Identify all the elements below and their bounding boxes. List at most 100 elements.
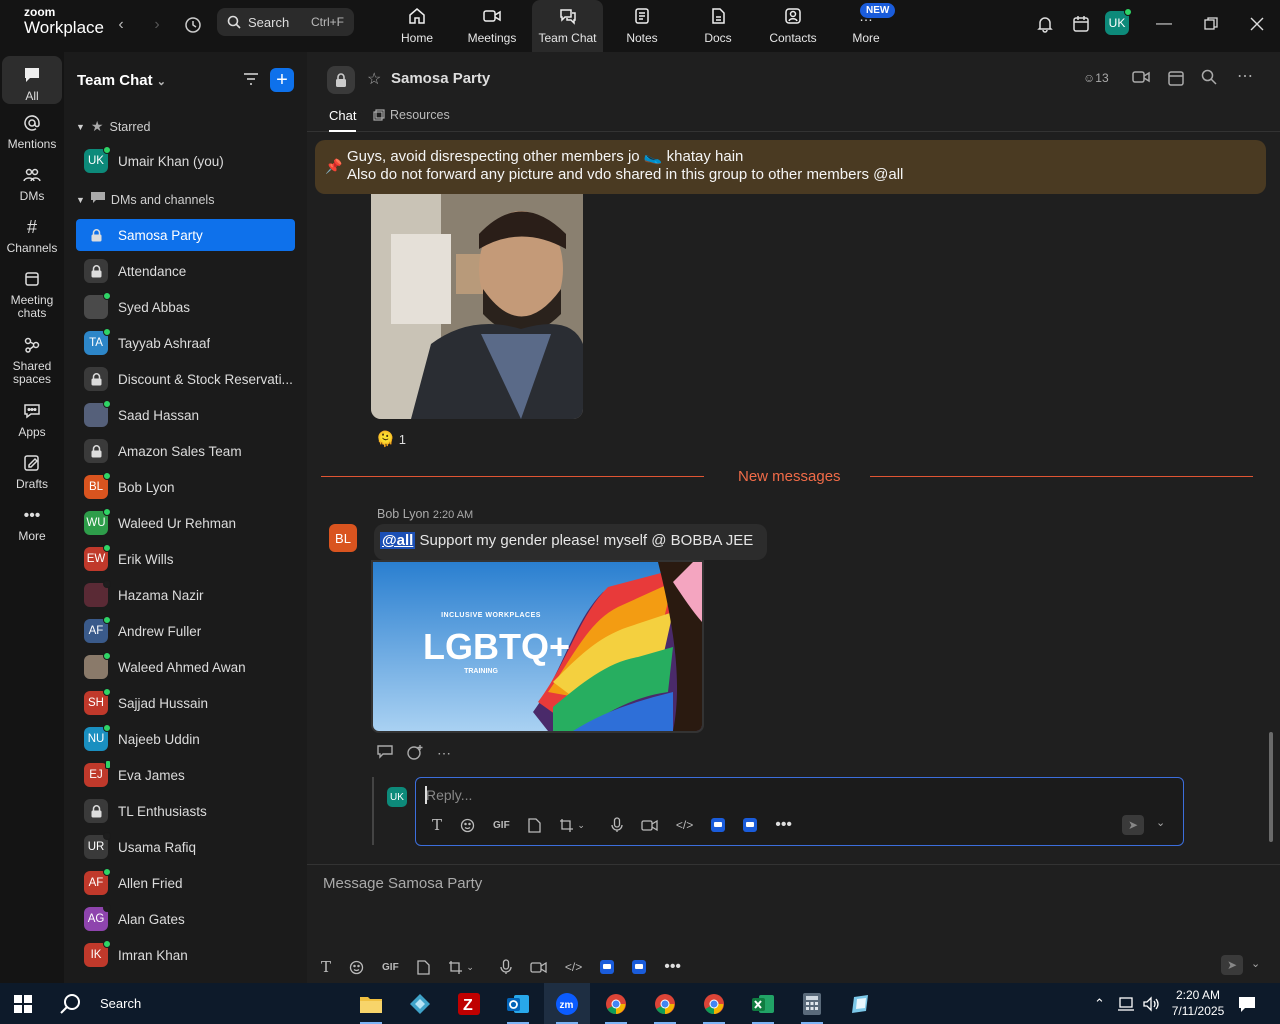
nav-channels[interactable]: # Channels bbox=[2, 216, 62, 255]
message-bubble[interactable]: @all Support my gender please! myself @ … bbox=[374, 524, 768, 560]
more-options-icon[interactable]: ⋯ bbox=[1237, 66, 1253, 86]
message-author[interactable]: Bob Lyon bbox=[377, 507, 429, 521]
reply-icon[interactable] bbox=[377, 745, 393, 762]
sidebar-item-andrew-fuller[interactable]: AF Andrew Fuller bbox=[76, 615, 295, 647]
sidebar-item-alan-gates[interactable]: AG Alan Gates bbox=[76, 903, 295, 935]
emoji-icon[interactable] bbox=[460, 818, 475, 833]
message-input[interactable]: Message Samosa Party bbox=[323, 875, 482, 892]
sidebar-item-tl-enthusiasts[interactable]: TL Enthusiasts bbox=[76, 795, 295, 827]
file-icon[interactable] bbox=[528, 817, 541, 833]
more-options-icon[interactable]: ⋯ bbox=[437, 745, 451, 762]
sidebar-item-attendance[interactable]: Attendance bbox=[76, 255, 295, 287]
sidebar-item-najeeb-uddin[interactable]: NU Najeeb Uddin bbox=[76, 723, 295, 755]
nav-mentions[interactable]: Mentions bbox=[2, 112, 62, 151]
scrollbar[interactable] bbox=[1267, 132, 1275, 844]
tab-resources[interactable]: Resources bbox=[373, 108, 450, 122]
send-options-chevron-icon[interactable]: ⌄ bbox=[1251, 957, 1260, 970]
sidebar-item-amazon-sales-team[interactable]: Amazon Sales Team bbox=[76, 435, 295, 467]
sidebar-item-syed-abbas[interactable]: Syed Abbas bbox=[76, 291, 295, 323]
gif-icon[interactable]: GIF bbox=[382, 962, 399, 973]
file-explorer-icon[interactable] bbox=[348, 983, 394, 1024]
app-integration-icon[interactable] bbox=[711, 818, 726, 832]
sidebar-item-saad-hassan[interactable]: Saad Hassan bbox=[76, 399, 295, 431]
section-starred[interactable]: ▼ ★ Starred bbox=[76, 118, 150, 135]
new-chat-plus-button[interactable]: + bbox=[270, 68, 294, 92]
tab-contacts[interactable]: Contacts bbox=[766, 0, 820, 52]
user-avatar[interactable]: UK bbox=[1105, 8, 1132, 35]
minimize-icon[interactable]: — bbox=[1150, 12, 1178, 36]
microphone-icon[interactable] bbox=[500, 959, 512, 975]
file-icon[interactable] bbox=[417, 959, 430, 975]
sidebar-item-tayyab-ashraaf[interactable]: TA Tayyab Ashraaf bbox=[76, 327, 295, 359]
taskbar-clock[interactable]: 2:20 AM 7/11/2025 bbox=[1166, 987, 1230, 1019]
app-diamond-icon[interactable] bbox=[397, 983, 443, 1024]
restore-icon[interactable] bbox=[1197, 12, 1225, 36]
nav-apps[interactable]: Apps bbox=[2, 400, 62, 439]
search-icon[interactable] bbox=[1201, 69, 1217, 90]
app-integration-icon-2[interactable] bbox=[743, 818, 758, 832]
nav-shared-spaces[interactable]: Shared spaces bbox=[2, 334, 62, 386]
tab-home[interactable]: Home bbox=[390, 0, 444, 52]
nav-drafts[interactable]: Drafts bbox=[2, 452, 62, 491]
bell-icon[interactable] bbox=[1031, 12, 1059, 36]
sidebar-item-waleed-ur-rehman[interactable]: WU Waleed Ur Rehman bbox=[76, 507, 295, 539]
channel-title[interactable]: Samosa Party bbox=[391, 70, 490, 87]
app-integration-icon[interactable] bbox=[600, 960, 615, 974]
video-camera-icon[interactable] bbox=[1132, 69, 1150, 90]
video-clip-icon[interactable] bbox=[530, 961, 547, 974]
reply-input[interactable]: Reply... bbox=[426, 787, 472, 803]
section-dms-and-channels[interactable]: ▼ DMs and channels bbox=[76, 192, 214, 207]
volume-icon[interactable] bbox=[1142, 983, 1160, 1024]
text-format-icon[interactable]: T bbox=[432, 816, 442, 834]
add-reaction-icon[interactable] bbox=[407, 744, 423, 763]
filter-icon[interactable] bbox=[242, 70, 260, 93]
close-icon[interactable] bbox=[1243, 12, 1271, 36]
sidebar-item-samosa-party[interactable]: Samosa Party bbox=[76, 219, 295, 251]
filezilla-icon[interactable]: Z bbox=[446, 983, 492, 1024]
avatar[interactable]: BL bbox=[329, 524, 357, 552]
send-icon[interactable]: ➤ bbox=[1221, 955, 1243, 975]
reply-input-box[interactable]: Reply... T GIF ⌄ </> ••• ➤ ⌄ bbox=[415, 777, 1184, 846]
sidebar-item-hazama-nazir[interactable]: Hazama Nazir bbox=[76, 579, 295, 611]
code-snippet-icon[interactable]: </> bbox=[565, 960, 582, 974]
member-count[interactable]: ☺13 bbox=[1083, 71, 1109, 85]
more-dots-icon[interactable]: ••• bbox=[664, 958, 681, 976]
pinned-message-banner[interactable]: 📌 Guys, avoid disrespecting other member… bbox=[315, 140, 1266, 194]
tab-chat[interactable]: Chat bbox=[329, 108, 357, 132]
send-options-chevron-icon[interactable]: ⌄ bbox=[1156, 816, 1165, 829]
tab-notes[interactable]: Notes bbox=[622, 0, 662, 52]
nav-all[interactable]: All bbox=[2, 56, 62, 104]
sidebar-item-allen-fried[interactable]: AF Allen Fried bbox=[76, 867, 295, 899]
video-clip-icon[interactable] bbox=[641, 819, 658, 832]
calendar-icon[interactable] bbox=[1167, 69, 1185, 92]
screenshot-icon[interactable]: ⌄ bbox=[559, 818, 585, 833]
sidebar-item-erik-wills[interactable]: EW Erik Wills bbox=[76, 543, 295, 575]
emoji-icon[interactable] bbox=[349, 960, 364, 975]
sidebar-item-eva-james[interactable]: EJ Eva James bbox=[76, 759, 295, 791]
history-icon[interactable] bbox=[179, 11, 207, 39]
sidebar-item-umair-khan[interactable]: UK Umair Khan (you) bbox=[76, 145, 295, 177]
tab-meetings[interactable]: Meetings bbox=[464, 0, 520, 52]
taskbar-search[interactable]: Search bbox=[60, 983, 141, 1024]
screenshot-icon[interactable]: ⌄ bbox=[448, 960, 474, 975]
chrome-icon-2[interactable] bbox=[642, 983, 688, 1024]
forward-arrow-icon[interactable]: › bbox=[143, 11, 171, 39]
more-dots-icon[interactable]: ••• bbox=[775, 816, 792, 834]
gif-icon[interactable]: GIF bbox=[493, 820, 510, 831]
sidebar-item-waleed-ahmed-awan[interactable]: Waleed Ahmed Awan bbox=[76, 651, 295, 683]
sidebar-item-bob-lyon[interactable]: BL Bob Lyon bbox=[76, 471, 295, 503]
sidebar-item-usama-rafiq[interactable]: UR Usama Rafiq bbox=[76, 831, 295, 863]
nav-dms[interactable]: DMs bbox=[2, 164, 62, 203]
lgbtq-training-image[interactable]: INCLUSIVE WORKPLACES LGBTQ+ TRAINING bbox=[371, 560, 704, 733]
sidebar-item-discount-stock-reservati[interactable]: Discount & Stock Reservati... bbox=[76, 363, 295, 395]
notifications-icon[interactable] bbox=[1238, 983, 1256, 1024]
code-snippet-icon[interactable]: </> bbox=[676, 818, 693, 832]
excel-icon[interactable] bbox=[740, 983, 786, 1024]
scrollbar-thumb[interactable] bbox=[1269, 732, 1273, 842]
windows-start-icon[interactable] bbox=[14, 995, 32, 1018]
nav-meeting-chats[interactable]: Meeting chats bbox=[2, 268, 62, 320]
tray-chevron-up-icon[interactable]: ⌃ bbox=[1094, 983, 1105, 1024]
back-arrow-icon[interactable]: ‹ bbox=[107, 11, 135, 39]
app-integration-icon-2[interactable] bbox=[632, 960, 647, 974]
nav-more[interactable]: ••• More bbox=[2, 504, 62, 543]
